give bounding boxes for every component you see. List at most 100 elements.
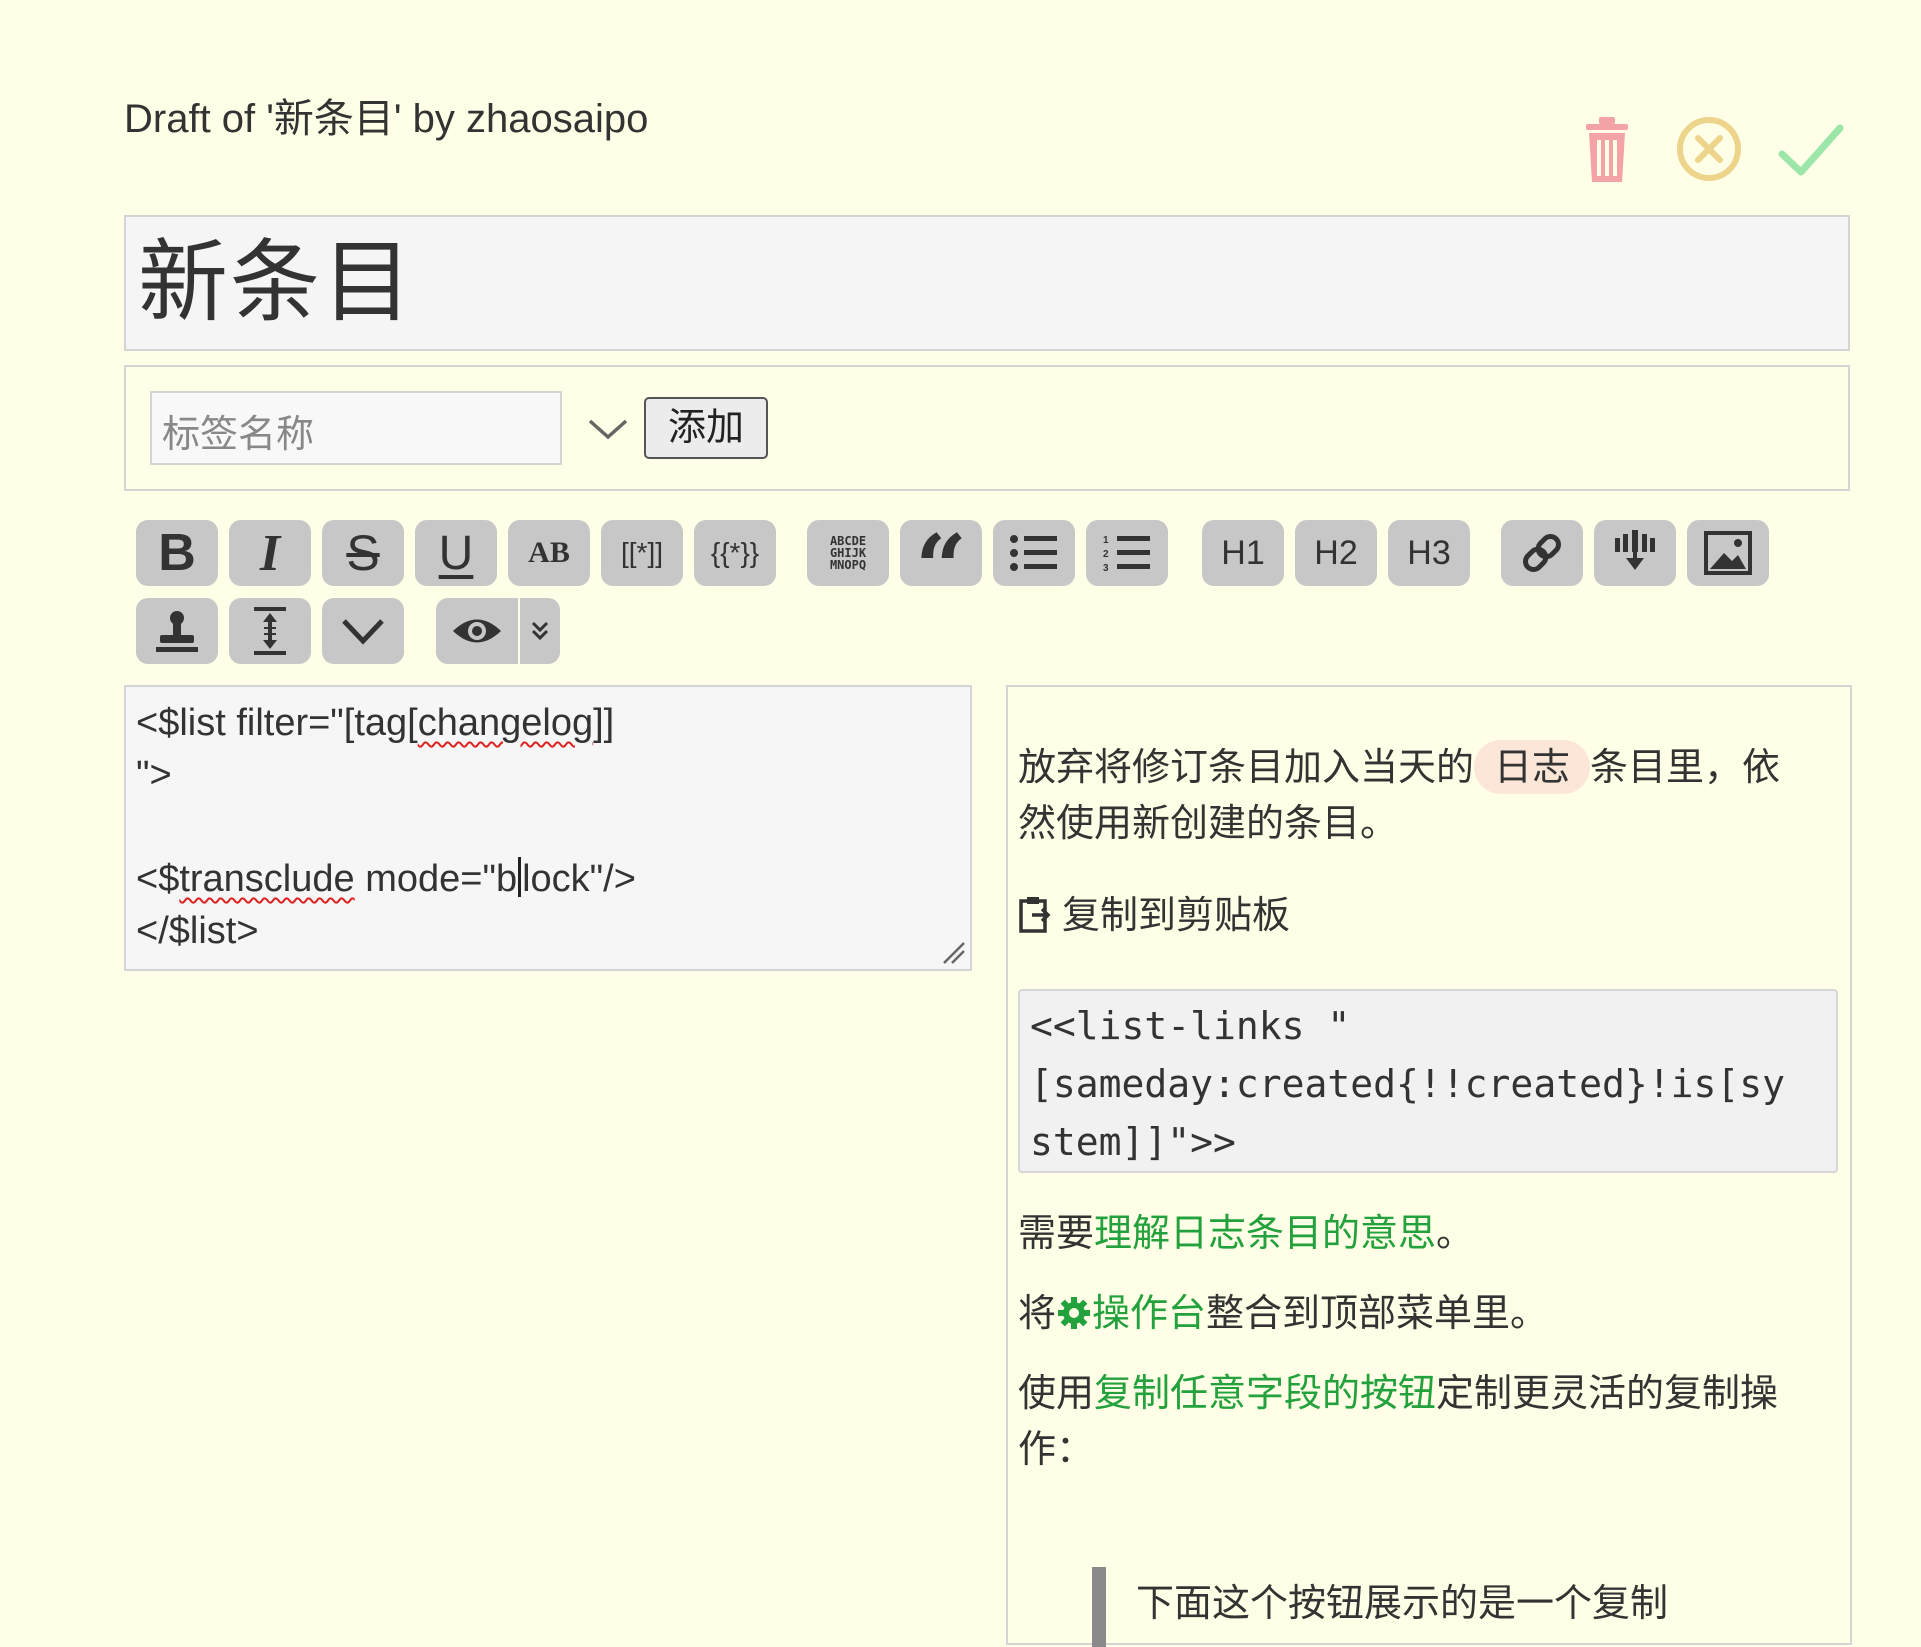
preview-button[interactable] [436,598,518,664]
blockquote-bar [1092,1567,1106,1647]
italic-icon: I [259,524,281,582]
trash-icon [1586,117,1628,182]
numbered-list-icon: 1 2 3 [1103,535,1150,573]
stamp-icon [156,611,198,652]
heading-1-button[interactable]: H1 [1202,520,1284,586]
underline-icon: U [438,526,474,580]
title-input[interactable]: 新条目 [124,215,1850,351]
preview-text: 。 [1436,1211,1475,1255]
monospace-icon: ABCDE GHIJK MNOPQ [829,534,867,572]
editor-text: <$ [136,858,180,900]
small-caps-button[interactable]: AB [508,520,590,586]
journal-meaning-link[interactable]: 理解日志条目的意思 [1094,1211,1436,1255]
quote-button[interactable]: “ [900,520,982,613]
transclude-button[interactable]: {{*}} [694,520,776,586]
editor-text: lock"/> [522,858,636,900]
bold-icon: B [158,524,196,582]
preview-paragraph: 将 操作台整合到顶部菜单里。 [1018,1285,1838,1341]
edit-actions [1570,112,1870,186]
tag-dropdown-button[interactable] [578,399,638,459]
svg-text:3: 3 [1103,563,1109,573]
preview-text: 然使用新创建的条目。 [1018,801,1399,845]
preview-text: 使用 [1018,1371,1095,1415]
heading-2-icon: H2 [1314,533,1358,572]
excise-button[interactable] [1594,520,1676,586]
numbered-list-button[interactable]: 1 2 3 [1086,520,1168,586]
misspelled-word: transclude [179,858,355,900]
preview-paragraph: 放弃将修订条目加入当天的 日志 条目里，依 然使用新创建的条目。 [1018,739,1838,851]
chevron-down-icon [588,419,628,440]
bullet-list-icon [1010,535,1057,571]
heading-2-button[interactable]: H2 [1295,520,1377,586]
bullet-list-button[interactable] [993,520,1075,586]
preview-text: 将 [1018,1291,1057,1335]
journal-tag-pill[interactable]: 日志 [1474,740,1591,794]
preview-text: 条目里，依 [1590,745,1781,789]
small-caps-icon: AB [528,536,570,569]
excise-icon [1615,530,1655,570]
delete-button[interactable] [1570,112,1644,186]
title-value: 新条目 [138,230,414,335]
chevron-down-icon [342,619,384,645]
close-circle-icon [1677,117,1741,181]
underline-button[interactable]: U [415,520,497,586]
wikilink-icon: [[*]] [620,537,663,568]
preview-text: 定制更灵活的复制操 [1436,1371,1779,1415]
editor-text: ]] [593,702,615,744]
svg-text:1: 1 [1103,535,1109,546]
preview-type-button[interactable] [520,598,560,664]
strikethrough-icon: S [346,525,380,581]
preview-text: 需要 [1018,1211,1095,1255]
text-cursor [518,857,522,897]
editor-line: </$list> [136,910,259,952]
preview-text: 放弃将修订条目加入当天的 [1018,745,1475,789]
preview-text: 作： [1018,1427,1095,1471]
more-button[interactable] [322,598,404,664]
misspelled-word: changelog [417,702,594,744]
copy-field-button-link[interactable]: 复制任意字段的按钮 [1094,1371,1436,1415]
picture-button[interactable] [1687,520,1769,586]
double-chevron-down-icon [531,621,549,641]
editor-line: "> [136,754,172,796]
cancel-button[interactable] [1672,112,1746,186]
strikethrough-button[interactable]: S [322,520,404,586]
link-icon [1523,534,1561,572]
confirm-button[interactable] [1774,112,1848,186]
eye-icon [453,619,501,643]
monospace-button[interactable]: ABCDE GHIJK MNOPQ [807,520,889,586]
svg-text:2: 2 [1103,549,1109,560]
heading-3-button[interactable]: H3 [1388,520,1470,586]
heading-3-icon: H3 [1407,533,1451,572]
blockquote-text: 下面这个按钮展示的是一个复制 [1136,1581,1669,1625]
draft-title: Draft of '新条目' by zhaosaipo [124,97,649,141]
gear-icon [1058,1297,1091,1329]
control-panel-link[interactable]: 操作台 [1092,1291,1206,1335]
heading-1-icon: H1 [1221,533,1265,572]
editor-text: <$list filter="[tag[ [136,702,418,744]
size-button[interactable] [229,598,311,664]
editor-line: <$list filter="[tag[changelog]] [136,697,960,749]
italic-button[interactable]: I [229,520,311,586]
body-editor-textarea[interactable]: <$list filter="[tag[changelog]] "> <$tra… [124,685,972,971]
resize-handle-icon[interactable] [940,939,966,965]
clipboard-icon [1019,897,1051,933]
tiddler-edit-frame: Draft of '新条目' by zhaosaipo 新条目 标签名称 添加 … [0,0,1921,1647]
copy-label: 复制到剪贴板 [1062,893,1291,937]
code-block: <<list-links " [sameday:created{!!create… [1018,989,1838,1173]
tag-editor: 标签名称 添加 [124,365,1850,491]
tag-name-input[interactable]: 标签名称 [150,391,562,465]
preview-pane: 放弃将修订条目加入当天的 日志 条目里，依 然使用新创建的条目。 复制到剪贴板 <<… [1006,685,1852,1647]
add-tag-button[interactable]: 添加 [644,397,768,459]
editor-text: mode="b [354,858,518,900]
wikilink-button[interactable]: [[*]] [601,520,683,586]
preview-paragraph: 需要理解日志条目的意思。 [1018,1205,1838,1261]
copy-to-clipboard-button[interactable]: 复制到剪贴板 [1018,887,1838,943]
preview-text: 整合到顶部菜单里。 [1206,1291,1549,1335]
stamp-button[interactable] [136,598,218,664]
bold-button[interactable]: B [136,520,218,586]
editor-line: <$transclude mode="b lock"/> [136,853,960,905]
transclude-icon: {{*}} [710,537,760,568]
picture-icon [1704,531,1752,575]
link-button[interactable] [1501,520,1583,586]
